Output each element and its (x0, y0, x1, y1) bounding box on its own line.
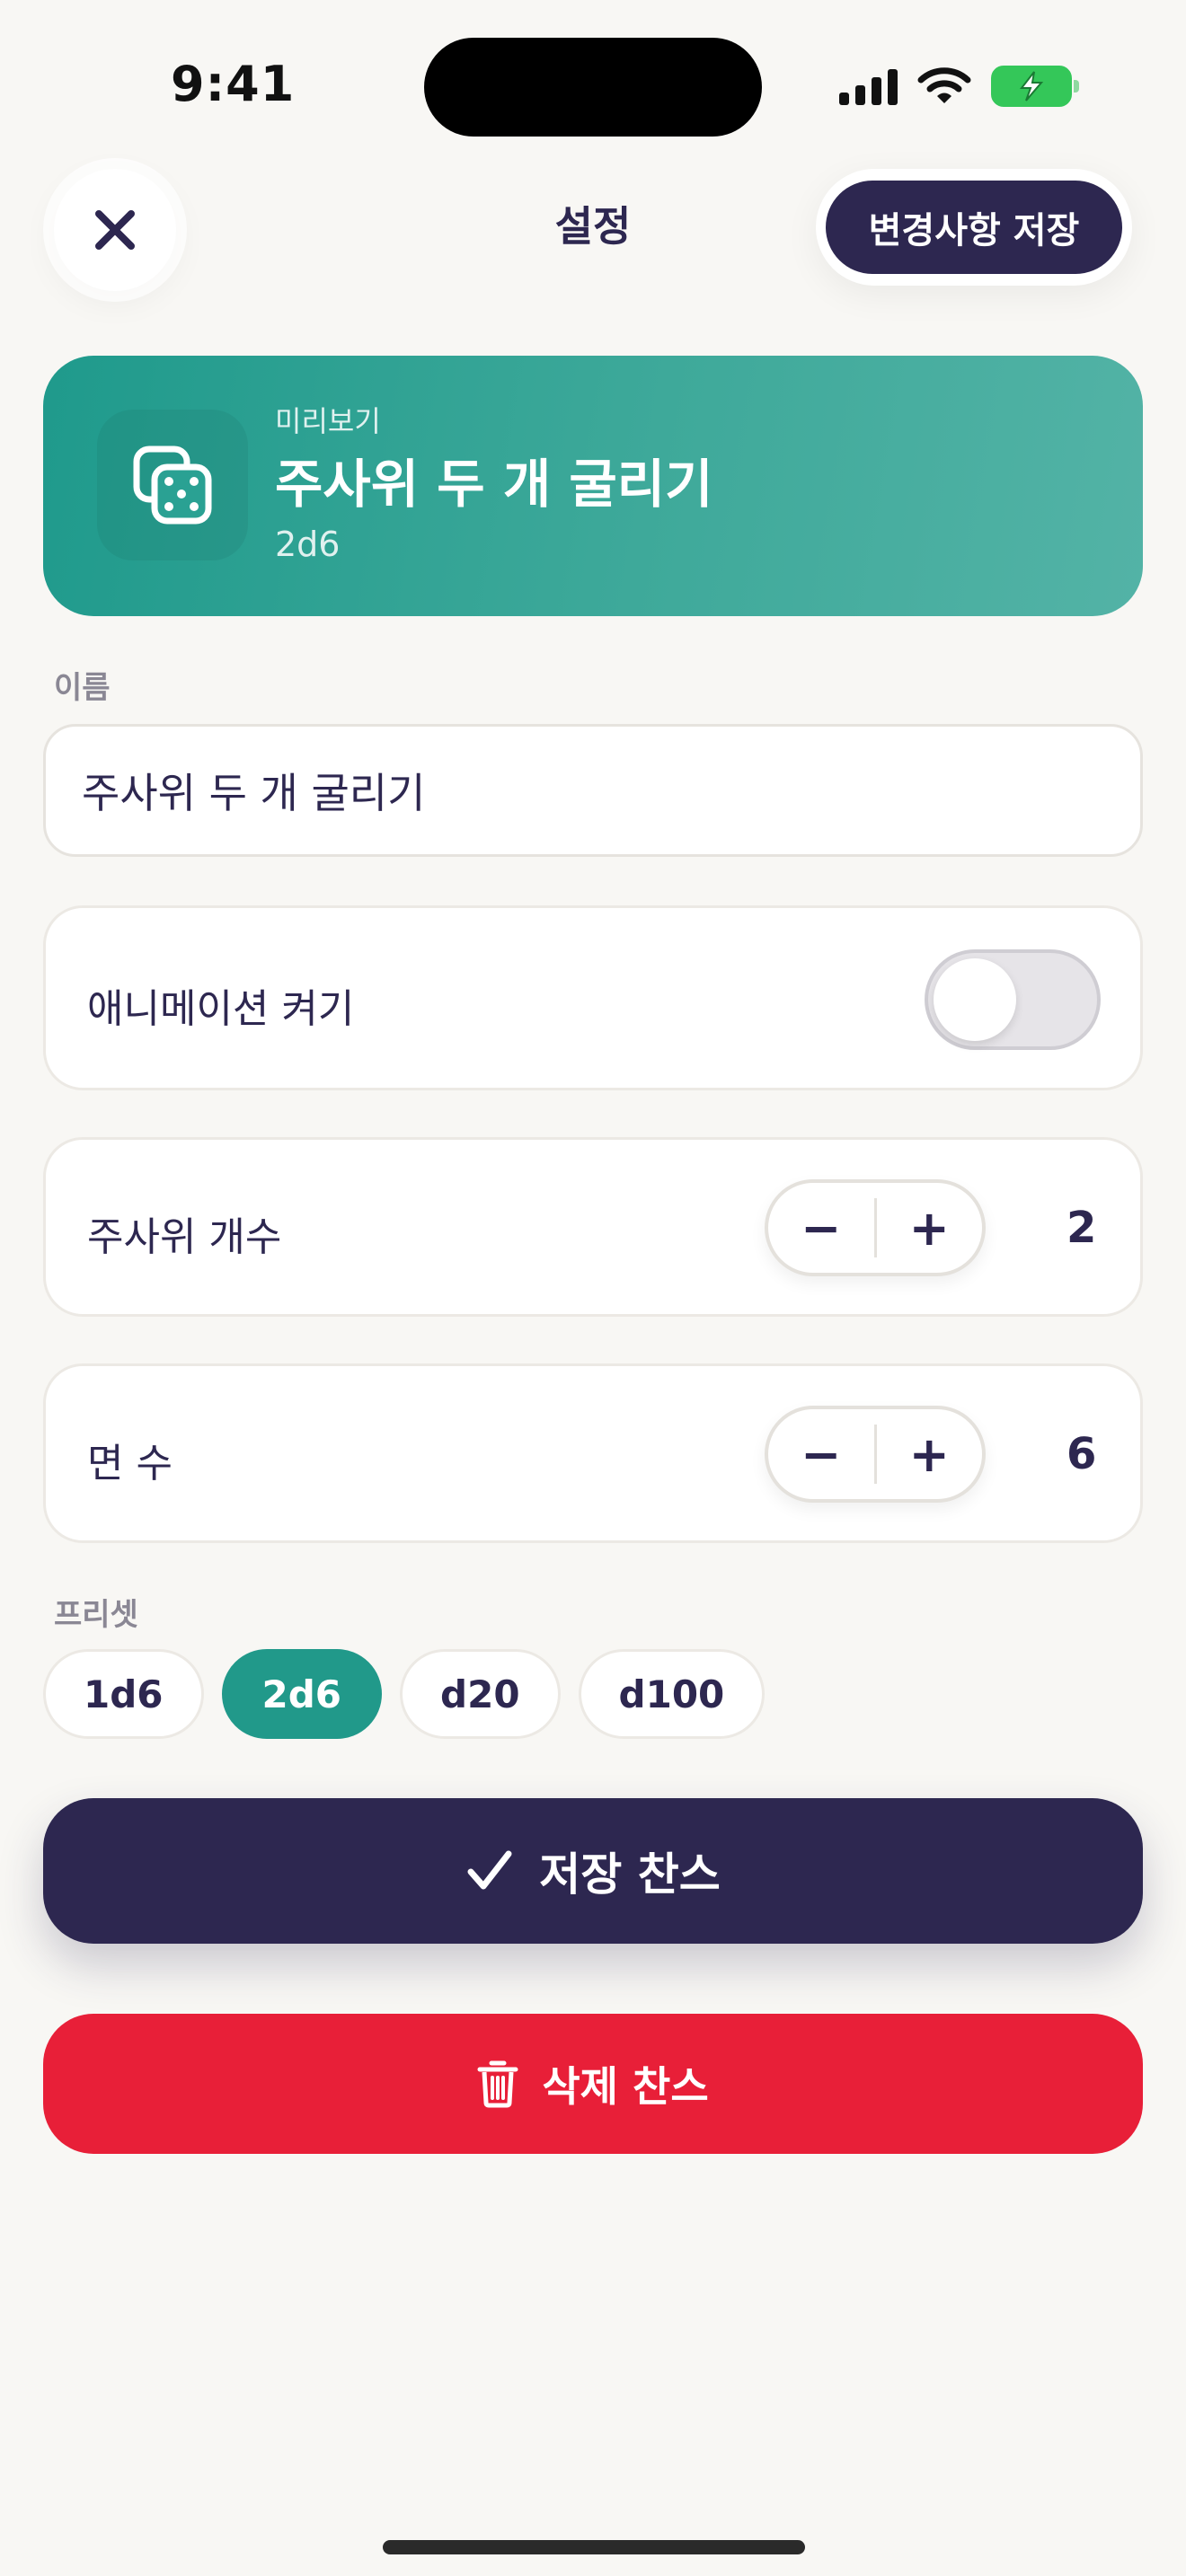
preview-eyebrow: 미리보기 (275, 404, 381, 438)
delete-chance-label: 삭제 찬스 (542, 2062, 709, 2111)
dice-icon (133, 446, 212, 525)
preset-chips: 1d6 2d6 d20 d100 (43, 1649, 766, 1739)
save-changes-container: 변경사항 저장 (816, 169, 1132, 286)
trash-icon (477, 2060, 518, 2108)
faces-stepper: − + (765, 1406, 986, 1503)
dice-count-value: 2 (1067, 1203, 1097, 1253)
status-bar: 9:41 (0, 0, 1186, 162)
dice-count-decrement-button[interactable]: − (768, 1183, 874, 1273)
save-chance-label: 저장 찬스 (539, 1848, 721, 1901)
animation-toggle[interactable] (925, 949, 1101, 1050)
preset-chip-d100[interactable]: d100 (578, 1649, 766, 1739)
faces-decrement-button[interactable]: − (768, 1409, 874, 1499)
preview-title: 주사위 두 개 굴리기 (275, 454, 713, 515)
name-input[interactable] (43, 724, 1143, 857)
status-icons (839, 63, 1079, 110)
wifi-icon (917, 67, 971, 103)
dice-count-increment-button[interactable]: + (877, 1183, 983, 1273)
preset-chip-d20[interactable]: d20 (400, 1649, 561, 1739)
preset-chip-1d6[interactable]: 1d6 (43, 1649, 204, 1739)
name-field-label: 이름 (54, 670, 111, 706)
toggle-knob (934, 958, 1016, 1041)
faces-increment-button[interactable]: + (877, 1409, 983, 1499)
save-chance-button[interactable]: 저장 찬스 (43, 1798, 1143, 1944)
preview-card: 미리보기 주사위 두 개 굴리기 2d6 (43, 356, 1143, 616)
delete-chance-button[interactable]: 삭제 찬스 (43, 2014, 1143, 2154)
settings-screen: 9:41 설정 변경사항 저장 미리보기 주사위 두 개 굴리기 2d6 이름 … (0, 0, 1186, 2576)
faces-row: 면 수 − + 6 (43, 1363, 1143, 1543)
preview-notation: 2d6 (275, 525, 341, 564)
checkmark-icon (467, 1850, 512, 1890)
dynamic-island (424, 38, 762, 137)
faces-value: 6 (1067, 1429, 1097, 1479)
home-indicator[interactable] (383, 2540, 805, 2554)
animation-label: 애니메이션 켜기 (87, 986, 355, 1032)
cellular-signal-icon (839, 67, 898, 105)
faces-label: 면 수 (87, 1441, 173, 1486)
save-changes-button[interactable]: 변경사항 저장 (826, 181, 1122, 274)
status-time: 9:41 (171, 56, 296, 112)
animation-row: 애니메이션 켜기 (43, 905, 1143, 1090)
presets-label: 프리셋 (54, 1597, 138, 1633)
dice-count-row: 주사위 개수 − + 2 (43, 1137, 1143, 1317)
dice-count-stepper: − + (765, 1179, 986, 1276)
preview-icon-container (97, 410, 248, 560)
dice-count-label: 주사위 개수 (87, 1214, 282, 1260)
battery-charging-icon (991, 66, 1079, 107)
preset-chip-2d6[interactable]: 2d6 (221, 1649, 383, 1739)
